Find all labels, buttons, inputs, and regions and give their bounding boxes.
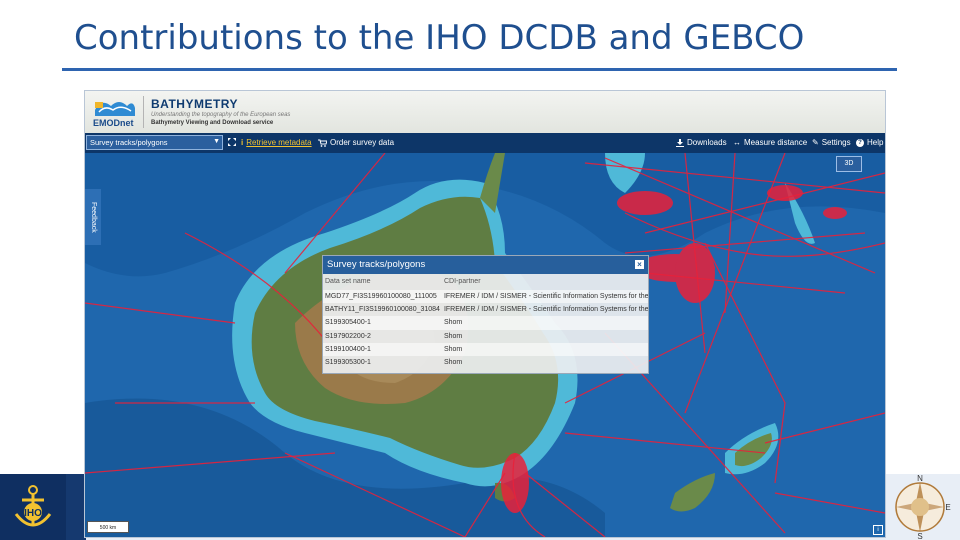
settings-button[interactable]: ✎ Settings <box>812 138 851 147</box>
order-survey-data-label: Order survey data <box>330 138 395 147</box>
table-header-row: Data set name CDI-partner <box>323 274 648 290</box>
help-icon: ? <box>856 138 864 147</box>
app-title: BATHYMETRY <box>151 97 238 111</box>
iho-emblem: IHO <box>0 474 66 540</box>
downloads-label: Downloads <box>687 138 727 147</box>
fullscreen-button[interactable] <box>228 138 236 146</box>
wrench-icon: ✎ <box>812 138 819 147</box>
layer-select-value: Survey tracks/polygons <box>90 138 168 147</box>
popup-header: Survey tracks/polygons × <box>323 256 648 274</box>
partner-cell: IFREMER / IDM / SISMER - Scientific Info… <box>441 290 648 304</box>
svg-text:S: S <box>917 532 922 540</box>
view-3d-button[interactable]: 3D <box>836 156 862 172</box>
downloads-button[interactable]: Downloads <box>676 138 727 147</box>
order-survey-data-button[interactable]: Order survey data <box>318 138 394 147</box>
title-rule <box>62 68 897 71</box>
survey-table: Data set name CDI-partner MGD77_FI3S1996… <box>323 274 649 369</box>
table-row[interactable]: S199305300-1 Shom <box>323 356 648 369</box>
brand-name: EMODnet <box>93 118 134 128</box>
slide-title: Contributions to the IHO DCDB and GEBCO <box>74 18 805 58</box>
column-header-dataset: Data set name <box>325 278 371 285</box>
brand-separator <box>143 96 144 128</box>
close-icon[interactable]: × <box>635 260 644 269</box>
partner-cell: Shom <box>443 332 463 340</box>
dataset-cell: MGD77_FI3S19960100080_111005 <box>323 290 442 304</box>
svg-text:IHO: IHO <box>24 508 42 519</box>
partner-cell: IFREMER / IDM / SISMER - Scientific Info… <box>443 306 649 314</box>
partner-cell: Shom <box>441 316 648 330</box>
fullscreen-icon <box>228 138 236 146</box>
cart-icon <box>318 139 327 147</box>
anchor-icon: IHO <box>14 485 52 527</box>
app-header: EMODnet BATHYMETRY Understanding the top… <box>85 91 885 133</box>
survey-tracks-popup: Survey tracks/polygons × Data set name C… <box>322 255 649 374</box>
table-row[interactable]: S199305400-1 Shom <box>323 316 648 330</box>
table-row[interactable]: S197902200-2 Shom <box>323 330 648 343</box>
column-header-partner: CDI-partner <box>443 278 481 285</box>
table-row[interactable]: MGD77_FI3S19960100080_111005 IFREMER / I… <box>323 290 648 304</box>
arrows-horizontal-icon: ↔ <box>733 138 741 147</box>
retrieve-metadata-button[interactable]: i Retrieve metadata <box>241 138 312 147</box>
info-icon: i <box>241 138 244 147</box>
table-row[interactable]: BATHY11_FI3S19960100080_31084 IFREMER / … <box>323 303 649 316</box>
app-service-name: Bathymetry Viewing and Download service <box>151 120 274 126</box>
layer-select[interactable]: Survey tracks/polygons ▼ <box>86 135 223 150</box>
svg-text:E: E <box>945 503 950 512</box>
dataset-cell: S199305300-1 <box>325 359 371 367</box>
dataset-cell: S199100400-1 <box>323 342 442 356</box>
feedback-tab[interactable]: Feedback <box>85 189 101 245</box>
svg-text:N: N <box>917 474 923 483</box>
download-icon <box>676 138 684 147</box>
measure-distance-button[interactable]: ↔ Measure distance <box>733 138 807 147</box>
chevron-down-icon: ▼ <box>213 138 220 145</box>
bathymetry-viewer: EMODnet BATHYMETRY Understanding the top… <box>84 90 886 538</box>
retrieve-metadata-label: Retrieve metadata <box>246 138 312 147</box>
partner-cell: Shom <box>443 359 463 367</box>
app-toolbar: Survey tracks/polygons ▼ i Retrieve meta… <box>85 133 885 153</box>
measure-distance-label: Measure distance <box>744 138 808 147</box>
help-label: Help <box>867 138 884 147</box>
dataset-cell: S197902200-2 <box>325 332 371 340</box>
help-button[interactable]: ? Help <box>856 138 883 147</box>
partner-cell: Shom <box>441 342 648 356</box>
iho-bar-segment <box>66 474 86 540</box>
map-scale: 500 km <box>87 521 129 533</box>
dataset-cell: S199305400-1 <box>323 316 442 330</box>
table-row[interactable]: S199100400-1 Shom <box>323 342 648 356</box>
dataset-cell: BATHY11_FI3S19960100080_31084 <box>325 306 440 314</box>
settings-label: Settings <box>821 138 851 147</box>
compass-rose-icon: N E S <box>895 474 951 540</box>
popup-title: Survey tracks/polygons <box>327 259 426 270</box>
app-subtitle: Understanding the topography of the Euro… <box>151 112 291 118</box>
